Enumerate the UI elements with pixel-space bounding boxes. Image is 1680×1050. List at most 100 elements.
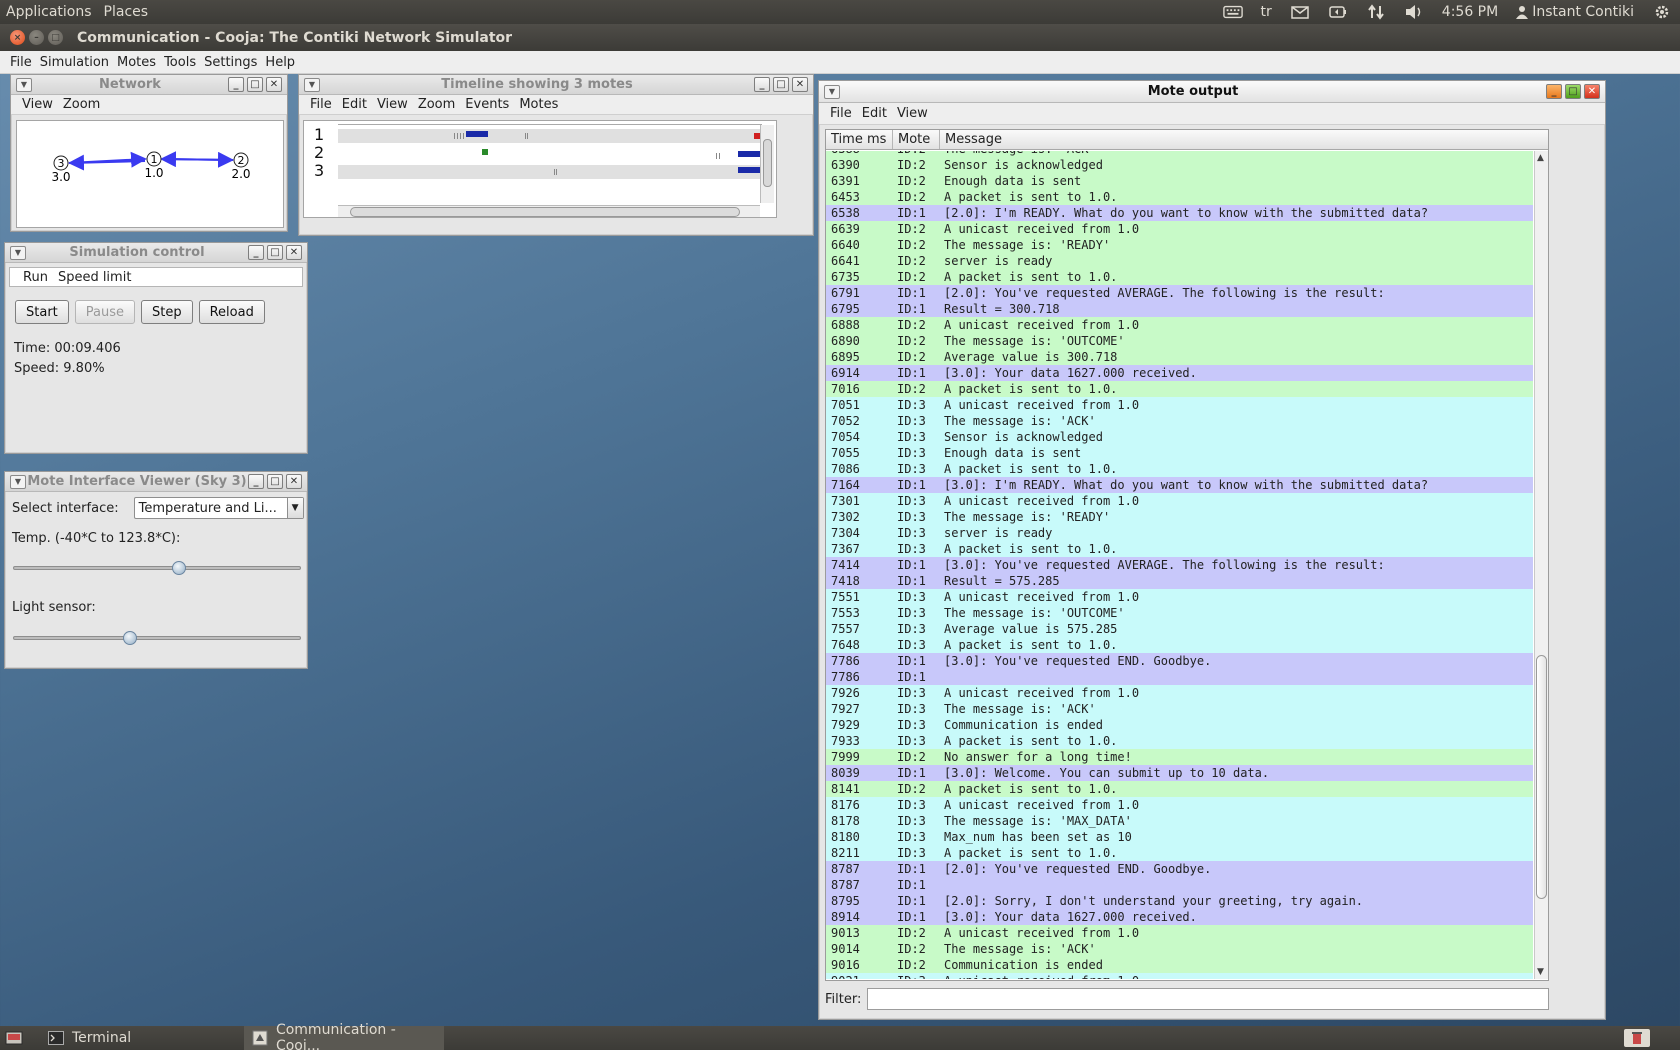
output-row[interactable]: 9014 ID:2 The message is: 'ACK' [826,941,1533,957]
user-menu[interactable]: Instant Contiki [1516,4,1634,20]
output-row[interactable]: 6453 ID:2 A packet is sent to 1.0. [826,189,1533,205]
taskbar-item-terminal[interactable]: Terminal [40,1026,236,1050]
window-menu-icon[interactable]: ▼ [824,84,840,99]
output-row[interactable]: 7052 ID:3 The message is: 'ACK' [826,413,1533,429]
output-row[interactable]: 6735 ID:2 A packet is sent to 1.0. [826,269,1533,285]
timeline-hscrollbar[interactable] [338,205,760,217]
output-row[interactable]: 7418 ID:1 Result = 575.285 [826,573,1533,589]
simcontrol-menu-speed-limit[interactable]: Speed limit [53,270,136,285]
output-row[interactable]: 8178 ID:3 The message is: 'MAX_DATA' [826,813,1533,829]
output-vscrollbar[interactable]: ▲ ▼ [1534,151,1548,979]
keyboard-layout-indicator[interactable]: tr [1261,4,1272,20]
clock[interactable]: 4:56 PM [1442,4,1498,20]
minimize-button[interactable]: _ [248,474,264,489]
window-maximize-button[interactable]: □ [48,30,63,45]
output-row[interactable]: 9021ID:3A unicast received from 1.0 [826,973,1533,979]
output-row[interactable]: 8787 ID:1 [2.0]: You've requested END. Goo… [826,861,1533,877]
output-row[interactable]: 7304 ID:3 server is ready [826,525,1533,541]
output-row[interactable]: 7926 ID:3 A unicast received from 1.0 [826,685,1533,701]
maximize-button[interactable]: □ [773,77,789,92]
mote-node-2[interactable]: 2 2.0 [231,152,251,181]
menu-help[interactable]: Help [261,55,299,70]
timeline-canvas[interactable]: 1 2 3 [303,120,777,218]
taskbar-item-cooja[interactable]: Communication - Cooj... [244,1022,444,1050]
output-row[interactable]: 9016 ID:2 Communication is ended [826,957,1533,973]
window-menu-icon[interactable]: ▼ [10,245,26,260]
timeline-menu-zoom[interactable]: Zoom [413,97,460,112]
output-row[interactable]: 8211 ID:3 A packet is sent to 1.0. [826,845,1533,861]
window-minimize-button[interactable]: – [29,30,44,45]
window-menu-icon[interactable]: ▼ [304,77,320,92]
timeline-row-3[interactable] [338,165,762,179]
output-row[interactable]: 7301 ID:3 A unicast received from 1.0 [826,493,1533,509]
output-row[interactable]: 7302 ID:3 The message is: 'READY' [826,509,1533,525]
output-row[interactable]: 6391 ID:2 Enough data is sent [826,173,1533,189]
output-row[interactable]: 6795 ID:1 Result = 300.718 [826,301,1533,317]
output-row[interactable]: 7999 ID:2 No answer for a long time! [826,749,1533,765]
output-row[interactable]: 7055 ID:3 Enough data is sent [826,445,1533,461]
maximize-button[interactable]: □ [267,474,283,489]
output-row[interactable]: 8914 ID:1 [3.0]: Your data 1627.000 receiv… [826,909,1533,925]
keyboard-icon[interactable] [1222,4,1243,20]
close-button[interactable]: ✕ [1584,84,1600,99]
network-menu-zoom[interactable]: Zoom [58,97,105,112]
temp-slider-knob[interactable] [171,561,186,575]
output-menu-file[interactable]: File [825,106,857,121]
output-row[interactable]: 7086 ID:3 A packet is sent to 1.0. [826,461,1533,477]
timeline-menu-edit[interactable]: Edit [337,97,372,112]
output-row[interactable]: 7557 ID:3 Average value is 575.285 [826,621,1533,637]
temp-slider-track[interactable] [13,566,301,570]
output-row[interactable]: 8176 ID:3 A unicast received from 1.0 [826,797,1533,813]
mote-node-1[interactable]: 1 1.0 [144,151,164,180]
menu-simulation[interactable]: Simulation [36,55,113,70]
minimize-button[interactable]: _ [248,245,264,260]
close-button[interactable]: ✕ [266,77,282,92]
minimize-button[interactable]: _ [754,77,770,92]
output-row[interactable]: 6390 ID:2 Sensor is acknowledged [826,157,1533,173]
output-row[interactable]: 9013 ID:2 A unicast received from 1.0 [826,925,1533,941]
timeline-menu-file[interactable]: File [305,97,337,112]
applications-menu[interactable]: Applications [0,4,98,20]
mote-node-3[interactable]: 3 3.0 [51,155,71,184]
minimize-button[interactable]: _ [1546,84,1562,99]
timeline-menu-view[interactable]: View [372,97,413,112]
output-row[interactable]: 8787 ID:1 [826,877,1533,893]
output-row[interactable]: 6641 ID:2 server is ready [826,253,1533,269]
output-row[interactable]: 6791 ID:1 [2.0]: You've requested AVERAGE.… [826,285,1533,301]
start-button[interactable]: Start [15,300,69,324]
output-row[interactable]: 7551 ID:3 A unicast received from 1.0 [826,589,1533,605]
light-slider-knob[interactable] [122,631,137,645]
timeline-menu-motes[interactable]: Motes [514,97,563,112]
maximize-button[interactable]: □ [1565,84,1581,99]
mail-icon[interactable] [1290,4,1310,20]
output-scroll-thumb[interactable] [1536,655,1547,899]
window-menu-icon[interactable]: ▼ [16,77,32,92]
volume-icon[interactable] [1404,4,1424,20]
output-row[interactable]: 7054 ID:3 Sensor is acknowledged [826,429,1533,445]
output-row[interactable]: 7414 ID:1 [3.0]: You've requested AVERAGE.… [826,557,1533,573]
close-button[interactable]: ✕ [286,474,302,489]
output-row[interactable]: 7927 ID:3 The message is: 'ACK' [826,701,1533,717]
output-row[interactable]: 6888 ID:2 A unicast received from 1.0 [826,317,1533,333]
reload-button[interactable]: Reload [198,300,265,324]
output-row[interactable]: 6890 ID:2 The message is: 'OUTCOME' [826,333,1533,349]
timeline-menu-events[interactable]: Events [460,97,514,112]
show-desktop-icon[interactable] [4,1030,24,1046]
output-row[interactable]: 7648 ID:3 A packet is sent to 1.0. [826,637,1533,653]
output-row[interactable]: 8141 ID:2 A packet is sent to 1.0. [826,781,1533,797]
output-row[interactable]: 7933 ID:3 A packet is sent to 1.0. [826,733,1533,749]
menu-tools[interactable]: Tools [160,55,200,70]
close-button[interactable]: ✕ [286,245,302,260]
output-row[interactable]: 7786 ID:1 [826,669,1533,685]
interface-select[interactable]: Temperature and Li... ▼ [133,497,304,519]
output-row[interactable]: 6895 ID:2 Average value is 300.718 [826,349,1533,365]
output-row[interactable]: 6640 ID:2 The message is: 'READY' [826,237,1533,253]
output-row[interactable]: 7929 ID:3 Communication is ended [826,717,1533,733]
column-header-mote[interactable]: Mote [893,130,940,149]
timeline-row-2[interactable] [338,147,762,161]
network-canvas[interactable]: 3 3.0 1 1.0 2 2.0 [16,120,284,228]
battery-icon[interactable] [1328,4,1348,20]
maximize-button[interactable]: □ [267,245,283,260]
output-row[interactable]: 8039 ID:1 [3.0]: Welcome. You can submit u… [826,765,1533,781]
output-row[interactable]: 8795 ID:1 [2.0]: Sorry, I don't understand… [826,893,1533,909]
